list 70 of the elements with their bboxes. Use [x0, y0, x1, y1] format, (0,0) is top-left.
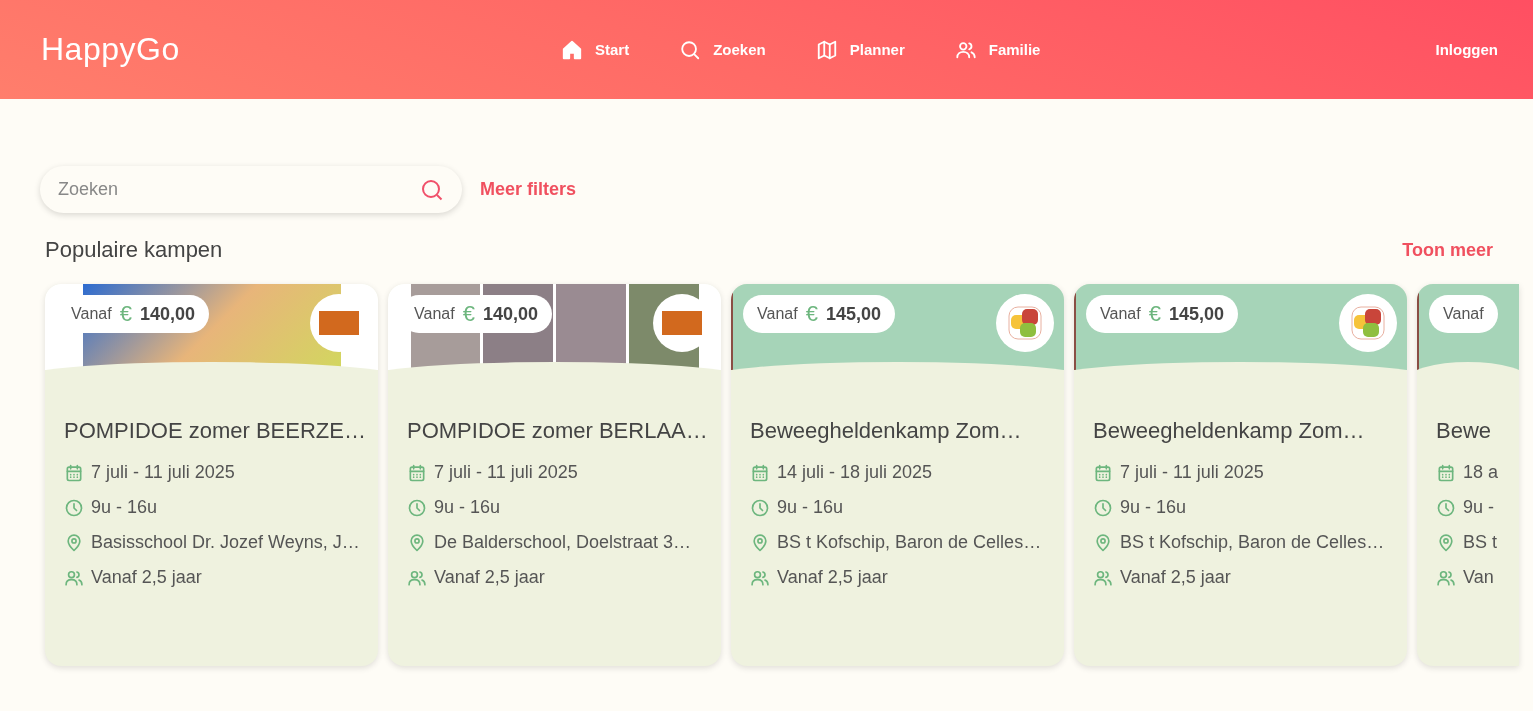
nav-link[interactable]: Zoeken	[679, 38, 766, 61]
currency-symbol: €	[805, 301, 818, 327]
price: 145,00	[1168, 303, 1224, 325]
location-text: De Balderschool, Doelstraat 3…	[434, 532, 692, 553]
more-filters-link[interactable]: Meer filters	[480, 179, 577, 200]
currency-symbol: €	[462, 301, 475, 327]
nav-link[interactable]: Start	[561, 38, 630, 61]
clock-icon	[750, 497, 770, 518]
price: 140,00	[482, 303, 538, 325]
calendar-icon	[64, 462, 84, 483]
camp-card[interactable]: Vanaf € 140,00 POMPIDOE zomer BERLAA… 7 juli - 11 juli 2025 9u - 16u De Balderschool, Doelstraat 3… Vanaf 2,5 jaar	[388, 284, 721, 666]
clock-icon	[1093, 497, 1113, 518]
search-icon[interactable]	[420, 178, 444, 202]
location-text: BS t Kofschip, Baron de Celles…	[777, 532, 1042, 553]
currency-symbol: €	[119, 301, 132, 327]
date-range: 7 juli - 11 juli 2025	[91, 462, 235, 483]
clock-icon	[1436, 497, 1456, 518]
location-text: BS t Kofschip, Baron de Celles…	[1120, 532, 1385, 553]
location-text: Basisschool Dr. Jozef Weyns, J…	[91, 532, 360, 553]
camp-card[interactable]: Vanaf € 145,00 Beweegheldenkamp Zom… 14 juli - 18 juli 2025 9u - 16u BS t Kofschip, Baron de Celles… Vanaf 2,5 jaar	[731, 284, 1064, 666]
age-text: Van	[1463, 567, 1494, 588]
show-more-link[interactable]: Toon meer	[1402, 239, 1493, 261]
location-pin-icon	[407, 532, 427, 553]
price: 140,00	[139, 303, 195, 325]
nav-link[interactable]: Planner	[815, 38, 905, 61]
location-pin-icon	[64, 532, 84, 553]
time-range: 9u - 16u	[777, 497, 844, 518]
age-text: Vanaf 2,5 jaar	[434, 567, 545, 588]
clock-icon	[407, 497, 427, 518]
home-icon	[561, 38, 583, 61]
search-field[interactable]: Zoeken	[40, 166, 462, 213]
calendar-icon	[1093, 462, 1113, 483]
price-label: Vanaf	[1100, 305, 1141, 323]
date-range: 7 juli - 11 juli 2025	[1120, 462, 1264, 483]
camp-card[interactable]: Vanaf Bewe 18 a 9u - BS t Van	[1417, 284, 1519, 666]
time-range: 9u - 16u	[434, 497, 501, 518]
age-text: Vanaf 2,5 jaar	[777, 567, 888, 588]
price-label: Vanaf	[414, 305, 455, 323]
login-link[interactable]: Inloggen	[1435, 41, 1498, 58]
date-range: 18 a	[1463, 462, 1499, 483]
age-text: Vanaf 2,5 jaar	[91, 567, 202, 588]
clock-icon	[64, 497, 84, 518]
date-range: 14 juli - 18 juli 2025	[777, 462, 933, 483]
price: 145,00	[825, 303, 881, 325]
camp-title: Beweegheldenkamp Zom…	[750, 418, 1023, 444]
section-title: Populaire kampen	[45, 237, 223, 263]
map-icon	[815, 38, 838, 61]
location-pin-icon	[1093, 532, 1113, 553]
calendar-icon	[407, 462, 427, 483]
search-icon	[679, 38, 702, 61]
camp-card[interactable]: Vanaf € 145,00 Beweegheldenkamp Zom… 7 juli - 11 juli 2025 9u - 16u BS t Kofschip, Baron de Celles… Vanaf 2,5 jaar	[1074, 284, 1407, 666]
nav-link[interactable]: Familie	[954, 38, 1041, 61]
camp-card[interactable]: Vanaf € 140,00 POMPIDOE zomer BEERZE… 7 juli - 11 juli 2025 9u - 16u Basisschool Dr. Jozef Weyns, J… Vanaf 2,5 jaar	[45, 284, 378, 666]
logo[interactable]: HappyGo	[41, 31, 461, 68]
location-text: BS t	[1463, 532, 1497, 553]
price-label: Vanaf	[71, 305, 112, 323]
date-range: 7 juli - 11 juli 2025	[434, 462, 578, 483]
time-range: 9u -	[1463, 497, 1495, 518]
price-label: Vanaf	[757, 305, 798, 323]
age-text: Vanaf 2,5 jaar	[1120, 567, 1231, 588]
time-range: 9u - 16u	[91, 497, 158, 518]
calendar-icon	[750, 462, 770, 483]
calendar-icon	[1436, 462, 1456, 483]
location-pin-icon	[1436, 532, 1456, 553]
currency-symbol: €	[1148, 301, 1161, 327]
price-label: Vanaf	[1443, 305, 1484, 323]
camp-title: Bewe	[1436, 418, 1493, 444]
camp-title: Beweegheldenkamp Zom…	[1093, 418, 1366, 444]
time-range: 9u - 16u	[1120, 497, 1187, 518]
location-pin-icon	[750, 532, 770, 553]
